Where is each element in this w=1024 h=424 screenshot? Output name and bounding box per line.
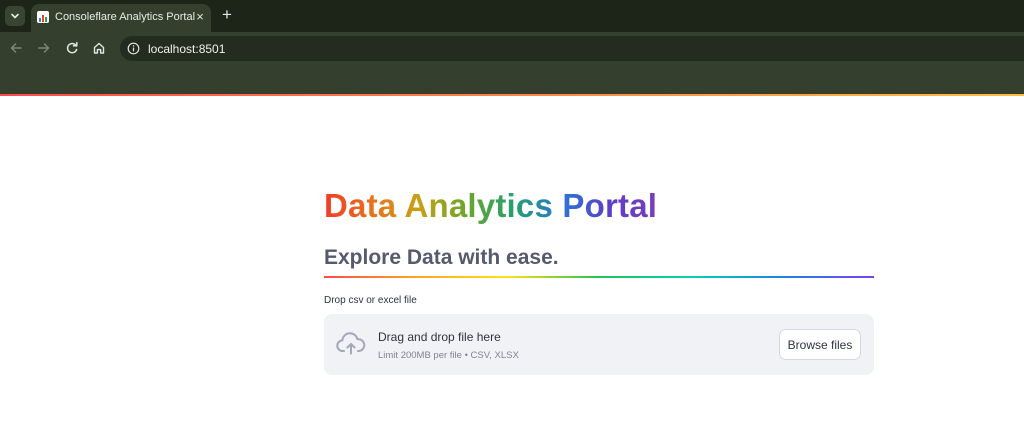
file-uploader-label: Drop csv or excel file (324, 295, 417, 306)
browse-files-button[interactable]: Browse files (779, 329, 861, 360)
tab-title: Consoleflare Analytics Portal (55, 11, 196, 23)
reload-button[interactable] (63, 39, 81, 57)
reload-icon (66, 41, 78, 54)
page-title: Data Analytics Portal (324, 187, 657, 225)
title-word: Analytics (404, 187, 554, 224)
tab-search-button[interactable] (5, 6, 25, 26)
info-icon (127, 42, 140, 55)
arrow-right-icon (38, 43, 50, 53)
cloud-upload-icon (336, 332, 366, 355)
main-content: Data Analytics Portal Explore Data with … (324, 96, 874, 424)
new-tab-button[interactable]: + (218, 6, 236, 24)
dropzone-instructions: Drag and drop file here (378, 330, 501, 344)
home-icon (93, 42, 105, 54)
file-dropzone[interactable]: Drag and drop file here Limit 200MB per … (324, 314, 874, 375)
chevron-down-icon (11, 13, 19, 19)
rainbow-divider (324, 276, 874, 278)
arrow-left-icon (10, 43, 22, 53)
forward-button[interactable] (35, 39, 53, 57)
dropzone-limit-text: Limit 200MB per file • CSV, XLSX (378, 350, 519, 361)
url-text: localhost:8501 (148, 42, 226, 56)
title-word: Portal (562, 187, 658, 224)
favicon-icon (37, 11, 49, 23)
browser-toolbar-extension (0, 63, 1024, 94)
page-subtitle: Explore Data with ease. (324, 246, 559, 269)
address-bar[interactable]: localhost:8501 (120, 36, 1024, 61)
browser-tab-strip: Consoleflare Analytics Portal × + (0, 0, 1024, 32)
browser-toolbar: localhost:8501 (0, 32, 1024, 63)
close-tab-icon[interactable]: × (193, 10, 207, 24)
site-info-button[interactable] (126, 41, 141, 56)
title-word: Data (324, 187, 397, 224)
home-button[interactable] (90, 39, 108, 57)
back-button[interactable] (7, 39, 25, 57)
browser-tab[interactable]: Consoleflare Analytics Portal × (31, 4, 211, 32)
